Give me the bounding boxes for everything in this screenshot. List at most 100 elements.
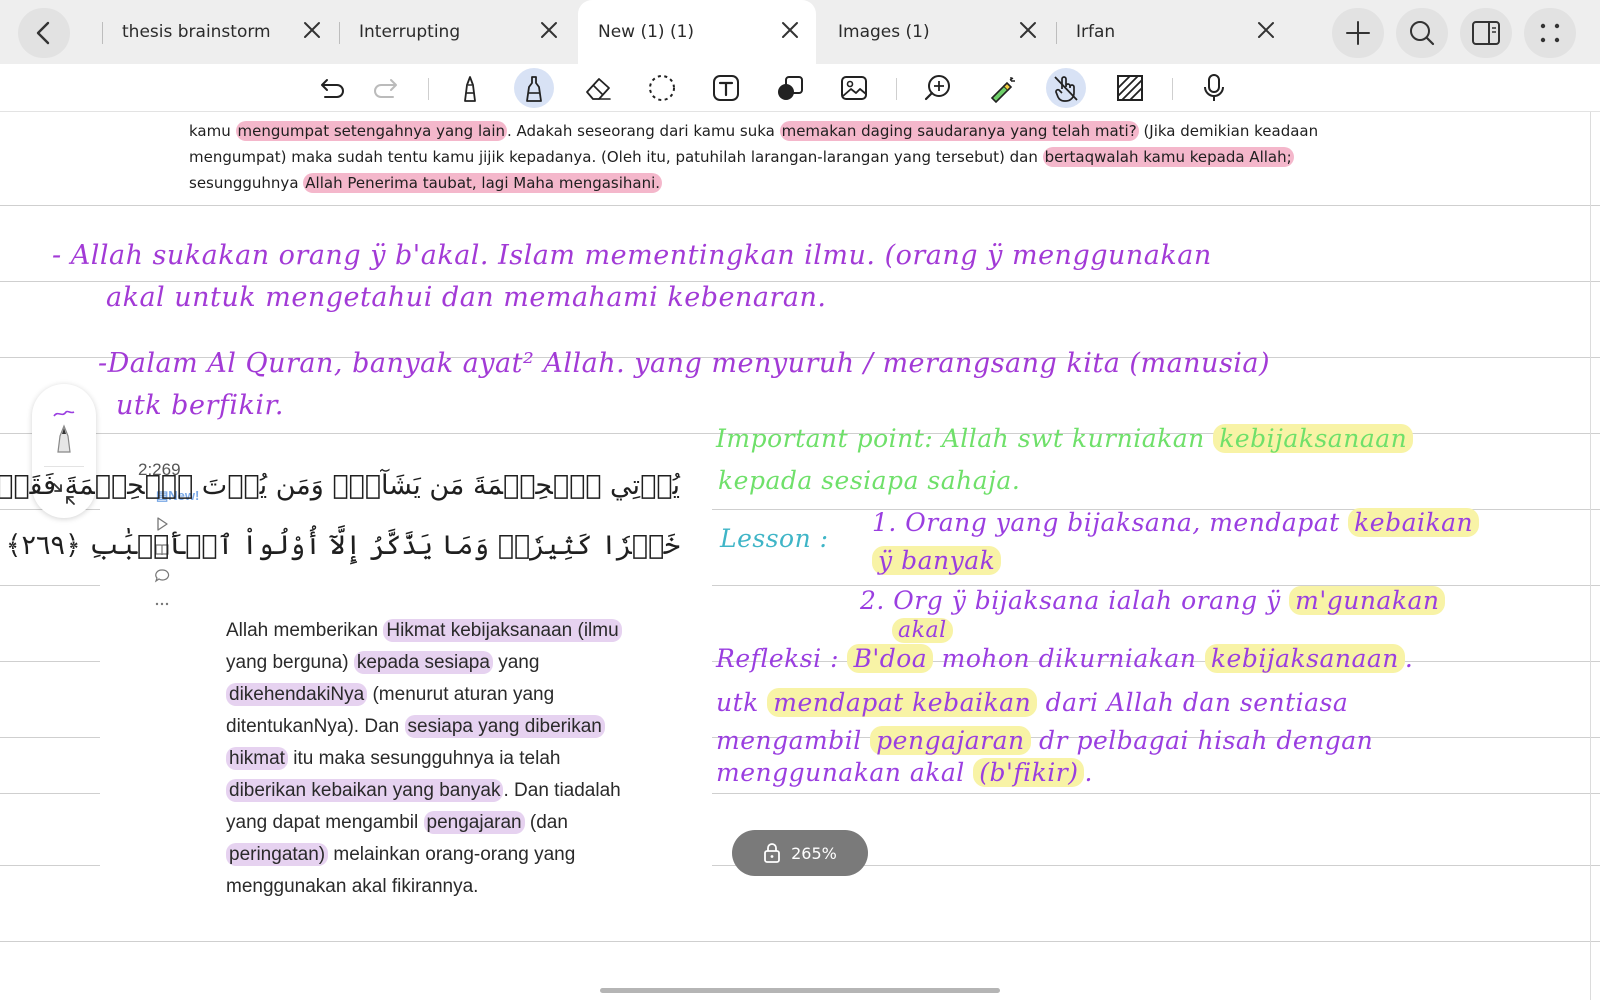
new-tab-button[interactable] (1332, 8, 1384, 58)
translation-line: ditentukanNya). Dan sesiapa yang diberik… (226, 711, 696, 743)
laser-pointer-icon (990, 77, 1015, 103)
handwritten-note[interactable]: menggunakan akal (b'fikir). (716, 758, 1093, 787)
close-icon[interactable] (1254, 18, 1278, 42)
translation-line: dikehendakiNya (menurut aturan yang (226, 679, 696, 711)
tab-label: Images (1) (838, 22, 930, 42)
notebook-page[interactable]: kamu mengumpat setengahnya yang lain. Ad… (0, 112, 1600, 1000)
chevron-left-icon (36, 21, 50, 45)
purple-highlight: dikehendakiNya (226, 683, 368, 706)
pattern-tool-button[interactable] (1110, 68, 1150, 108)
handwritten-note[interactable]: 2. Org ÿ bijaksana ialah orang ÿ m'gunak… (860, 586, 1446, 615)
handwritten-note[interactable]: utk mendapat kebaikan dari Allah dan sen… (716, 688, 1348, 717)
pen-stroke-preview-icon[interactable] (48, 406, 80, 458)
ruled-line (0, 793, 100, 794)
translation-line: Allah memberikan Hikmat kebijaksanaan (i… (226, 615, 696, 647)
clipping-line: mengumpat) maka sudah tentu kamu jijik k… (189, 147, 1294, 167)
zoom-lock-badge[interactable]: 265% (732, 830, 868, 876)
undo-button[interactable] (312, 68, 352, 108)
redo-icon (374, 79, 397, 98)
translation-line: diberikan kebaikan yang banyak. Dan tiad… (226, 775, 696, 807)
image-icon (841, 76, 867, 100)
home-indicator[interactable] (600, 988, 1000, 993)
redo-button[interactable] (366, 68, 406, 108)
yellow-highlight: kebijaksanaan (1204, 644, 1405, 673)
plus-icon (1346, 21, 1370, 45)
yellow-highlight: akal (892, 618, 953, 643)
back-button[interactable] (18, 8, 70, 58)
tab-label: Interrupting (359, 22, 461, 42)
tab-interrupting[interactable]: Interrupting (339, 0, 575, 64)
close-icon[interactable] (778, 18, 802, 42)
purple-highlight: pengajaran (423, 811, 525, 834)
panel-divider (44, 466, 84, 467)
handwritten-note[interactable]: Important point: Allah swt kurniakan keb… (716, 424, 1414, 453)
more-options-icon[interactable] (154, 594, 170, 610)
text-tool-button[interactable] (706, 68, 746, 108)
image-tool-button[interactable] (834, 68, 874, 108)
translation-line: hikmat itu maka sesungguhnya ia telah (226, 743, 696, 775)
close-icon[interactable] (537, 18, 561, 42)
touch-draw-toggle[interactable] (1046, 68, 1086, 108)
handwritten-note[interactable]: Refleksi : B'doa mohon dikurniakan kebij… (716, 644, 1413, 673)
pink-highlight: Allah Penerima taubat, lagi Maha mengasi… (303, 173, 663, 193)
tab-label: thesis brainstorm (122, 22, 271, 42)
tab-irfan[interactable]: Irfan (1056, 0, 1292, 64)
zoom-level: 265% (791, 843, 837, 863)
handwritten-note[interactable]: kepada sesiapa sahaja. (718, 466, 1020, 495)
translation-line: yang dapat mengambil pengajaran (dan (226, 811, 568, 834)
yellow-highlight: B'doa (847, 644, 934, 673)
shapes-icon (778, 76, 803, 100)
tab-images-1[interactable]: Images (1) (818, 0, 1054, 64)
pen-tool-button[interactable] (450, 68, 490, 108)
yellow-highlight: kebaikan (1348, 508, 1480, 537)
purple-highlight: peringatan) (226, 843, 329, 866)
handwritten-note[interactable]: Lesson : (720, 524, 829, 553)
pink-highlight: memakan daging saudaranya yang telah mat… (779, 121, 1139, 141)
handwritten-note[interactable]: 1. Orang yang bijaksana, mendapat kebaik… (872, 508, 1480, 537)
shapes-tool-button[interactable] (770, 68, 810, 108)
close-icon[interactable] (300, 18, 324, 42)
handwritten-note[interactable]: akal (892, 618, 953, 643)
undo-icon (321, 79, 344, 98)
ruled-line (712, 793, 1600, 794)
laser-pointer-button[interactable] (982, 68, 1022, 108)
tab-thesis-brainstorm[interactable]: thesis brainstorm (102, 0, 338, 64)
sidebar-toggle-button[interactable] (1460, 8, 1512, 58)
toolbar-divider (896, 78, 897, 100)
pink-highlight: bertaqwalah kamu kepada Allah; (1042, 147, 1294, 167)
highlighter-icon (526, 76, 542, 102)
comment-icon[interactable] (154, 568, 170, 584)
handwritten-note[interactable]: mengambil pengajaran dr pelbagai hisah d… (716, 726, 1373, 755)
search-button[interactable] (1396, 8, 1448, 58)
tab-label: New (1) (1) (598, 22, 695, 42)
microphone-icon (1204, 74, 1224, 101)
handwritten-note[interactable]: - Allah sukakan orang ÿ b'akal. Islam me… (52, 240, 1212, 271)
highlighter-tool-button[interactable] (514, 68, 554, 108)
eraser-tool-button[interactable] (578, 68, 618, 108)
lasso-tool-button[interactable] (642, 68, 682, 108)
more-button[interactable] (1524, 8, 1576, 58)
verse-translation[interactable]: Allah memberikan Hikmat kebijaksanaan (i… (226, 615, 696, 903)
handwritten-note[interactable]: ÿ banyak (872, 546, 1002, 575)
tab-label: Irfan (1076, 22, 1116, 42)
purple-highlight: diberikan kebaikan yang banyak (226, 779, 504, 802)
translation-line: yang berguna) kepada sesiapa yang (226, 651, 540, 674)
tab-new-1-1[interactable]: New (1) (1) (578, 0, 816, 64)
text-clipping[interactable]: kamu mengumpat setengahnya yang lain. Ad… (189, 118, 1339, 196)
pink-highlight: mengumpat setengahnya yang lain (235, 121, 507, 141)
handwritten-note[interactable]: utk berfikir. (116, 390, 284, 421)
handwritten-note[interactable]: akal untuk mengetahui dan memahami keben… (106, 282, 826, 313)
text-box-icon (713, 75, 739, 101)
record-audio-button[interactable] (1194, 68, 1234, 108)
clipping-line: kamu mengumpat setengahnya yang lain. Ad… (189, 121, 1319, 141)
purple-highlight: hikmat (226, 747, 288, 770)
translation-line: menggunakan akal fikirannya. (226, 876, 479, 897)
yellow-highlight: ÿ banyak (872, 546, 1002, 575)
handwritten-note[interactable]: -Dalam Al Quran, banyak ayat² Allah. yan… (98, 348, 1270, 379)
yellow-highlight: kebijaksanaan (1213, 424, 1414, 453)
zoom-window-button[interactable] (918, 68, 958, 108)
lasso-icon (649, 75, 675, 101)
lock-icon (764, 843, 781, 863)
close-icon[interactable] (1016, 18, 1040, 42)
clipping-line: sesungguhnya Allah Penerima taubat, lagi… (189, 173, 663, 193)
